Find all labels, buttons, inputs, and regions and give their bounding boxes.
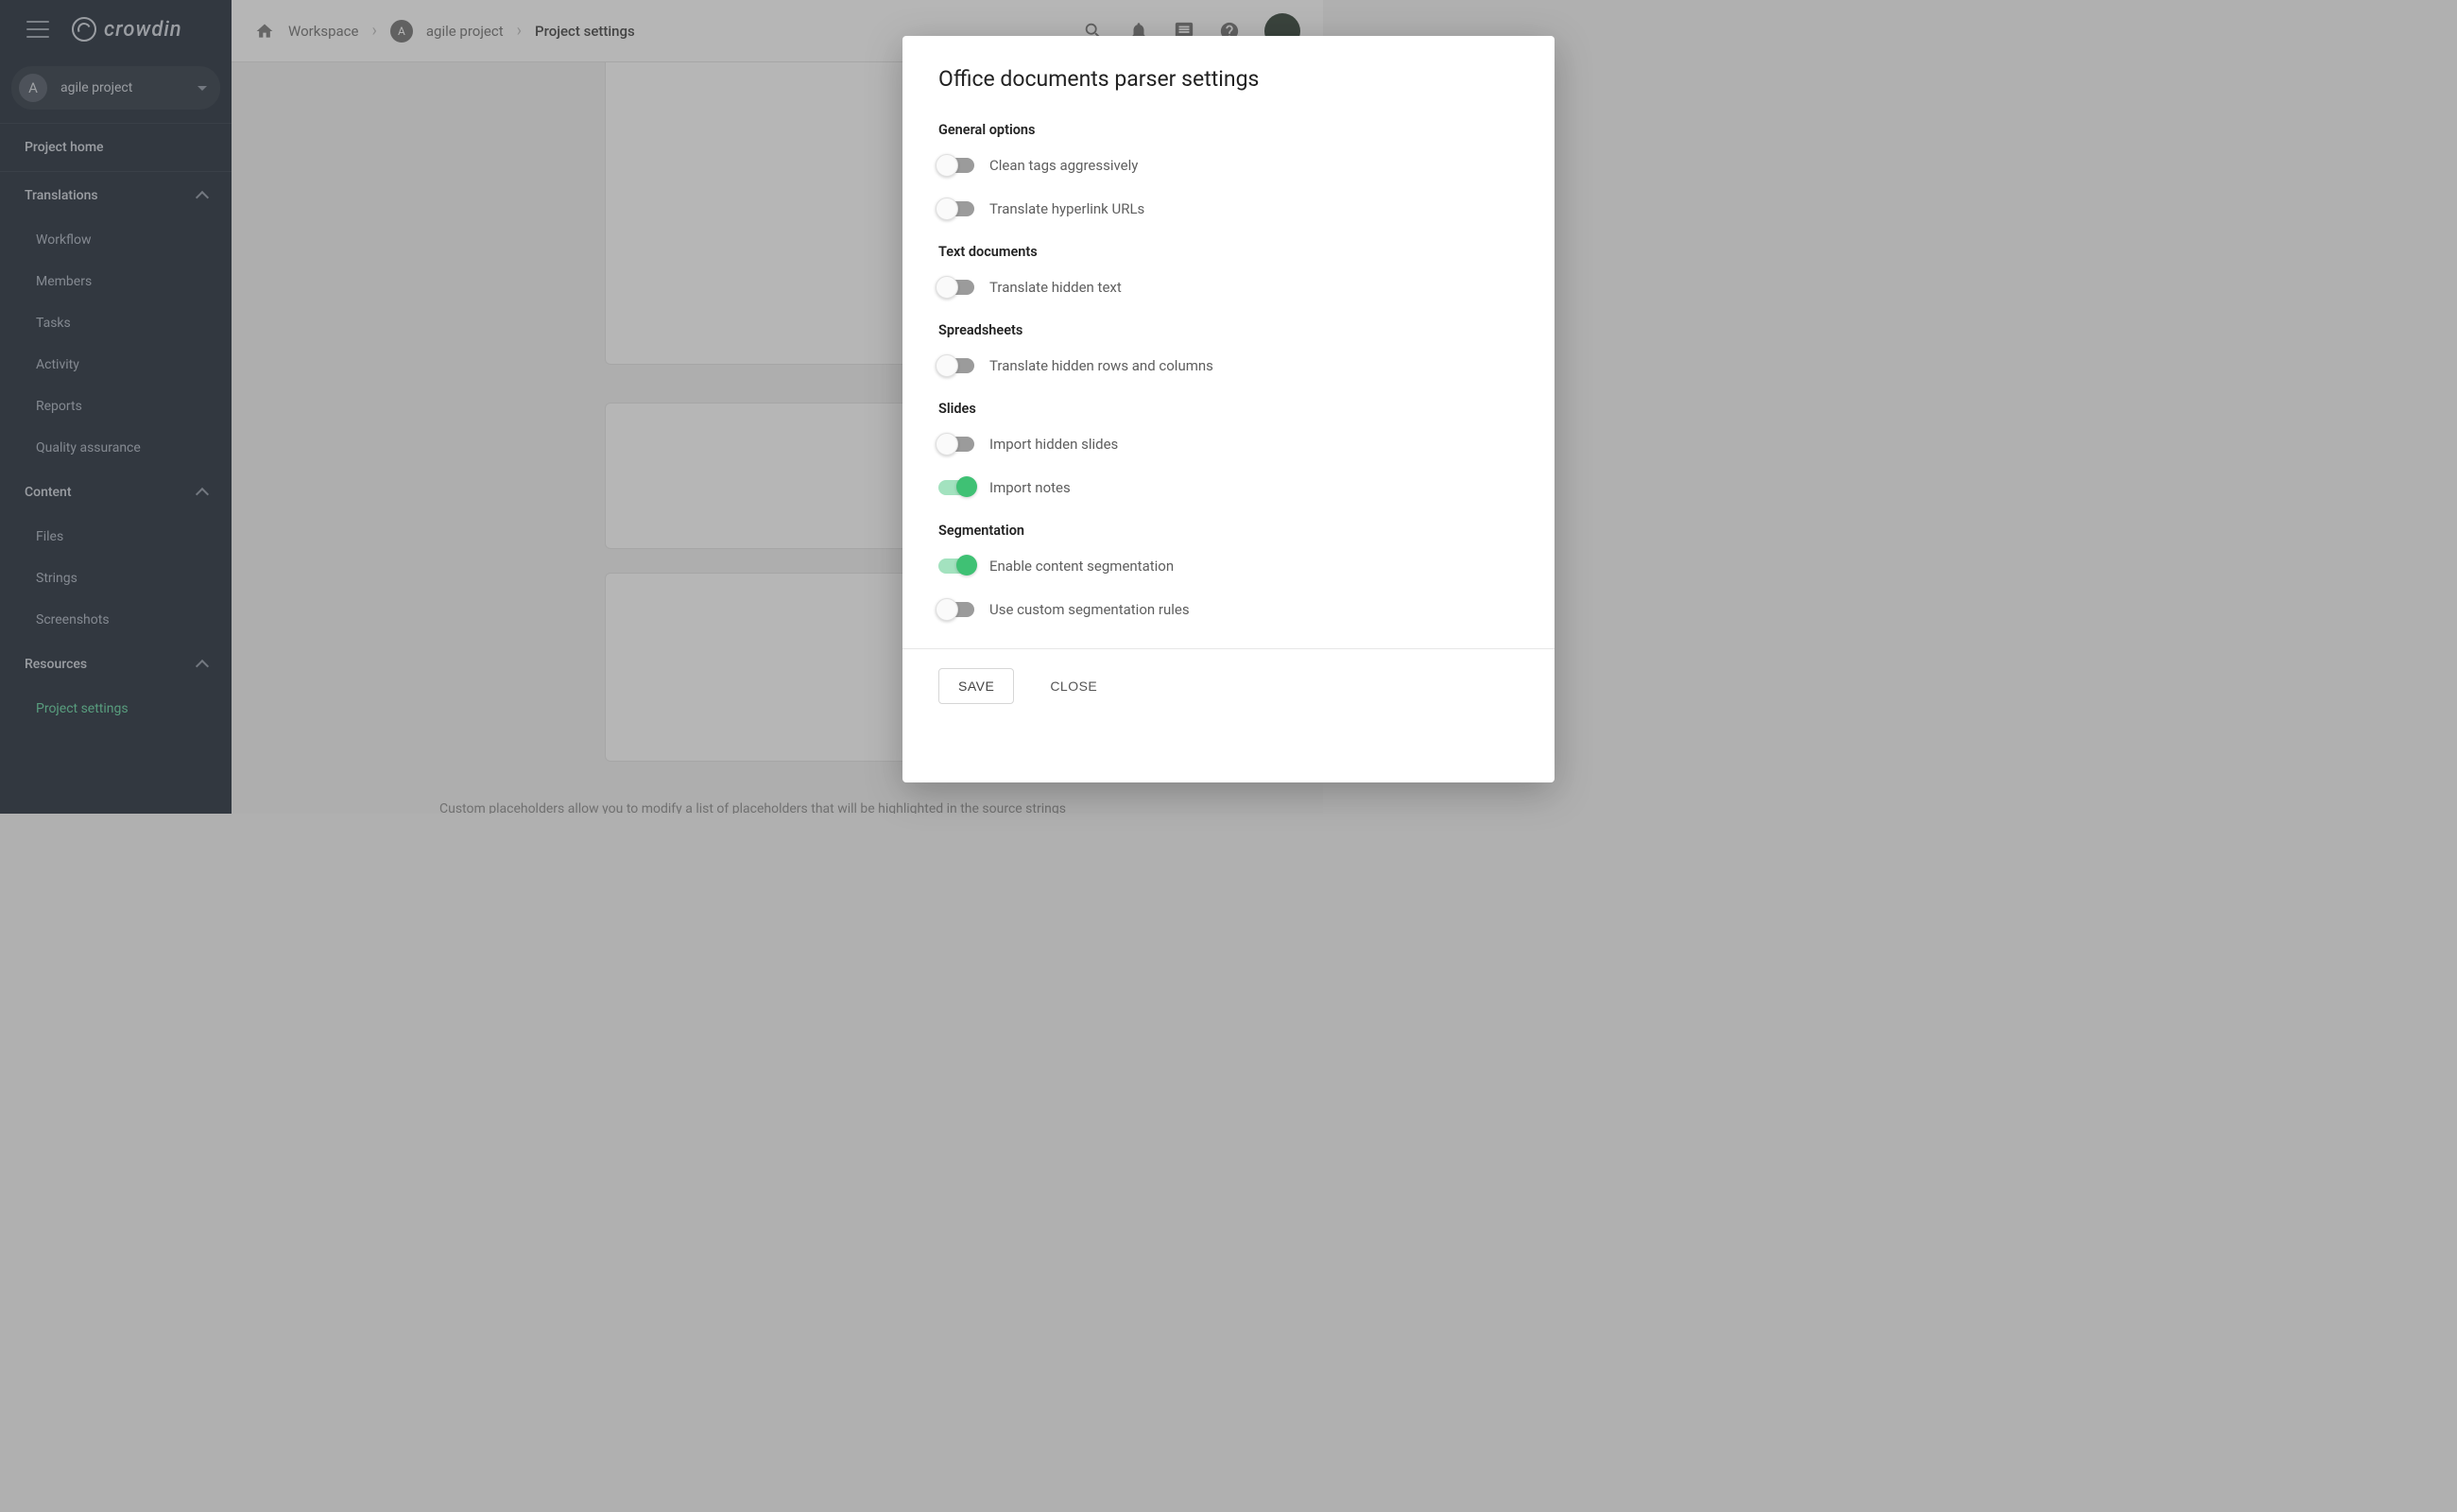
group-text-docs: Text documents (938, 244, 1519, 260)
option-label: Enable content segmentation (989, 558, 1174, 575)
option-label: Use custom segmentation rules (989, 601, 1190, 618)
group-segmentation: Segmentation (938, 523, 1519, 539)
option-content-segmentation: Enable content segmentation (938, 558, 1519, 575)
modal-overlay: Office documents parser settings General… (0, 0, 2457, 1512)
group-spreadsheets: Spreadsheets (938, 322, 1519, 338)
option-hidden-slides: Import hidden slides (938, 436, 1519, 453)
option-clean-tags: Clean tags aggressively (938, 157, 1519, 174)
save-button[interactable]: SAVE (938, 668, 1014, 704)
option-hidden-rows-cols: Translate hidden rows and columns (938, 357, 1519, 374)
option-label: Clean tags aggressively (989, 157, 1138, 174)
option-import-notes: Import notes (938, 479, 1519, 496)
toggle-hidden-slides[interactable] (938, 437, 974, 452)
close-button[interactable]: CLOSE (1031, 668, 1116, 704)
toggle-hidden-rows-cols[interactable] (938, 358, 974, 373)
group-general: General options (938, 122, 1519, 138)
option-label: Translate hidden rows and columns (989, 357, 1213, 374)
option-label: Import notes (989, 479, 1071, 496)
option-label: Translate hyperlink URLs (989, 200, 1144, 217)
option-custom-segmentation: Use custom segmentation rules (938, 601, 1519, 618)
toggle-custom-segmentation[interactable] (938, 602, 974, 617)
parser-settings-modal: Office documents parser settings General… (902, 36, 1555, 782)
modal-title: Office documents parser settings (938, 66, 1519, 92)
option-label: Translate hidden text (989, 279, 1122, 296)
toggle-hyperlink-urls[interactable] (938, 201, 974, 216)
toggle-hidden-text[interactable] (938, 280, 974, 295)
option-label: Import hidden slides (989, 436, 1118, 453)
toggle-import-notes[interactable] (938, 480, 974, 495)
group-slides: Slides (938, 401, 1519, 417)
option-hyperlink-urls: Translate hyperlink URLs (938, 200, 1519, 217)
option-hidden-text: Translate hidden text (938, 279, 1519, 296)
toggle-content-segmentation[interactable] (938, 558, 974, 574)
toggle-clean-tags[interactable] (938, 158, 974, 173)
